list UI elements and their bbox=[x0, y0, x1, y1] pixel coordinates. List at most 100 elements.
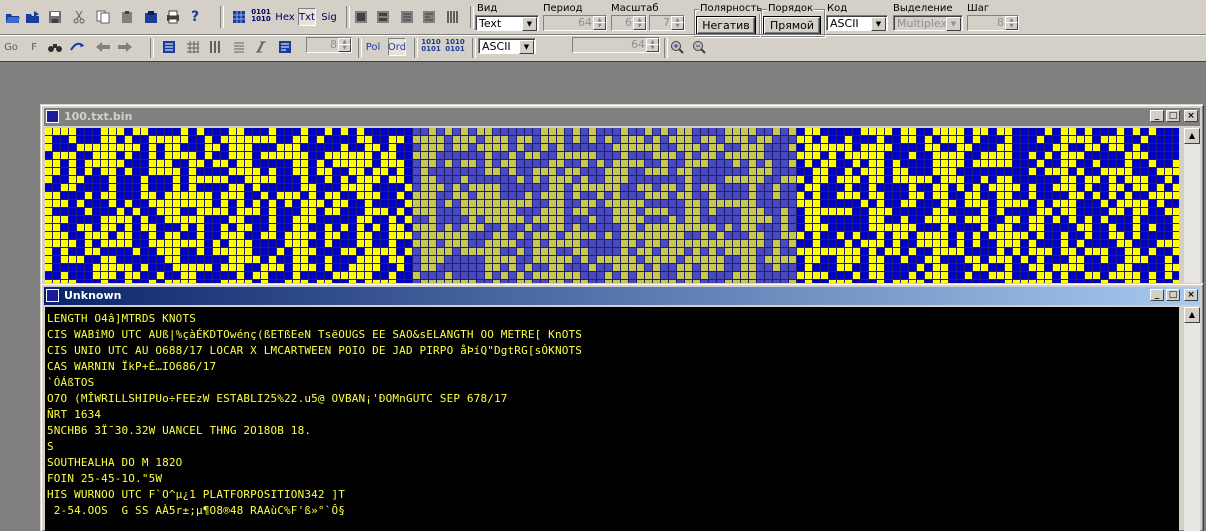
toolbar-bottom-edge bbox=[0, 61, 1206, 62]
open-icon[interactable] bbox=[4, 8, 22, 26]
copy-icon[interactable] bbox=[94, 8, 112, 26]
shift-right-bits-bottom: 0101 bbox=[445, 45, 465, 53]
maximize-icon[interactable]: □ bbox=[1166, 289, 1180, 301]
scroll-up-icon[interactable]: ▲ bbox=[1184, 128, 1200, 144]
layout1-icon[interactable] bbox=[352, 8, 370, 26]
length-spinner[interactable]: 64 ▲ ▼ bbox=[572, 37, 660, 53]
spin-down-icon[interactable]: ▼ bbox=[593, 22, 606, 30]
vid-select-value: Text bbox=[479, 17, 502, 30]
chevron-down-icon[interactable]: ▼ bbox=[519, 40, 534, 54]
order-button-label: Прямой bbox=[769, 19, 815, 32]
text-line: LENGTH O4â]MTRDS KNOTS bbox=[47, 312, 196, 325]
bitmap-mode-icon[interactable] bbox=[230, 8, 248, 26]
text-line: SOUTHEALHA DO M 182O bbox=[47, 456, 183, 469]
text-window[interactable]: Unknown _ □ × LENGTH O4â]MTRDS KNOTS CIS … bbox=[40, 283, 1204, 531]
find-button[interactable]: F bbox=[25, 38, 43, 56]
layout3-icon[interactable] bbox=[398, 8, 416, 26]
hex-mode-button[interactable]: Hex bbox=[275, 8, 294, 26]
minimize-icon[interactable]: _ bbox=[1150, 289, 1164, 301]
help-icon[interactable]: ? bbox=[186, 8, 204, 26]
polarity-toggle[interactable]: Pol bbox=[364, 38, 382, 56]
selection-label: Выделение bbox=[893, 3, 953, 14]
bitmap-canvas[interactable] bbox=[45, 128, 1179, 284]
go-button[interactable]: Go bbox=[2, 38, 20, 56]
code2-select[interactable]: ASCII ▼ bbox=[478, 38, 536, 54]
order-toggle[interactable]: Ord bbox=[388, 38, 406, 56]
spin-down-icon[interactable]: ▼ bbox=[646, 44, 659, 52]
save-icon[interactable] bbox=[46, 8, 64, 26]
scale-value-b: 7 bbox=[663, 16, 670, 29]
text-mode-button[interactable]: Txt bbox=[298, 8, 316, 26]
print-icon[interactable] bbox=[164, 8, 182, 26]
binary-mode-bottom: 1010 bbox=[251, 15, 271, 23]
shift-left-button[interactable]: 1010 0101 bbox=[421, 37, 440, 55]
spin-down-icon[interactable]: ▼ bbox=[633, 22, 646, 30]
app-icon bbox=[46, 289, 59, 302]
step-value: 8 bbox=[997, 16, 1004, 29]
bitmap-window-titlebar[interactable]: 100.txt.bin _ □ × bbox=[44, 108, 1200, 126]
cut-icon[interactable] bbox=[70, 8, 88, 26]
order-button[interactable]: Прямой bbox=[763, 16, 821, 35]
code2-select-value: ASCII bbox=[482, 40, 511, 53]
text-line: S bbox=[47, 440, 54, 453]
arrow-right-icon[interactable] bbox=[116, 38, 134, 56]
spin-down-icon[interactable]: ▼ bbox=[1005, 22, 1018, 30]
bits-spinner[interactable]: 8 ▲ ▼ bbox=[306, 37, 352, 53]
toolbar-separator bbox=[346, 6, 350, 28]
spin-down-icon[interactable]: ▼ bbox=[338, 44, 351, 52]
binary-mode-icon[interactable]: 0101 1010 bbox=[251, 7, 271, 25]
binoculars-icon[interactable] bbox=[46, 38, 64, 56]
code-select[interactable]: ASCII ▼ bbox=[826, 15, 888, 31]
save-as-icon[interactable] bbox=[24, 8, 42, 26]
bitmap-scrollbar[interactable]: ▲ bbox=[1184, 128, 1200, 284]
period-spinner[interactable]: 64 ▲ ▼ bbox=[543, 15, 607, 31]
length-spinner-value: 64 bbox=[631, 38, 645, 51]
clipboard-icon[interactable] bbox=[142, 8, 160, 26]
close-icon[interactable]: × bbox=[1184, 110, 1198, 122]
bits-spinner-value: 8 bbox=[330, 38, 337, 51]
polarity-toggle-label: Pol bbox=[365, 41, 381, 53]
find-replace-icon[interactable] bbox=[68, 38, 86, 56]
zoom-in-icon[interactable] bbox=[668, 38, 686, 56]
code-select-value: ASCII bbox=[830, 17, 859, 30]
text-line: CIS WABîMO UTC AUß|%çàÉKDTOwénç(ßETßEeN … bbox=[47, 328, 583, 341]
scale-spinner-b[interactable]: 7 ▲ ▼ bbox=[649, 15, 685, 31]
layout5-icon[interactable] bbox=[444, 8, 462, 26]
arrow-left-icon[interactable] bbox=[94, 38, 112, 56]
minimize-icon[interactable]: _ bbox=[1150, 110, 1164, 122]
layout2-icon[interactable] bbox=[374, 8, 392, 26]
vid-select[interactable]: Text ▼ bbox=[475, 15, 539, 31]
toolbar-separator bbox=[470, 6, 474, 28]
text-block-icon[interactable] bbox=[276, 38, 294, 56]
layout4-icon[interactable] bbox=[420, 8, 438, 26]
spin-down-icon[interactable]: ▼ bbox=[671, 22, 684, 30]
text-scrollbar[interactable]: ▲ bbox=[1184, 307, 1200, 531]
decoded-text-view[interactable]: LENGTH O4â]MTRDS KNOTS CIS WABîMO UTC AUß… bbox=[45, 307, 1179, 531]
maximize-icon[interactable]: □ bbox=[1166, 110, 1180, 122]
list-view-icon[interactable] bbox=[160, 38, 178, 56]
text-line: `ÓÁßTOS bbox=[47, 376, 95, 389]
text-line: CIS UNIO UTC AU O688/17 LOCAR X LMCARTWE… bbox=[47, 344, 583, 357]
italic-icon[interactable] bbox=[252, 38, 270, 56]
polarity-button-label: Негатив bbox=[702, 19, 750, 32]
scale-spinner-a[interactable]: 6 ▲ ▼ bbox=[611, 15, 647, 31]
text-window-titlebar[interactable]: Unknown _ □ × bbox=[44, 287, 1200, 305]
zoom-out-icon[interactable] bbox=[690, 38, 708, 56]
paste-icon[interactable] bbox=[118, 8, 136, 26]
signal-mode-button[interactable]: Sig bbox=[320, 8, 338, 26]
bitmap-window[interactable]: 100.txt.bin _ □ × ▲ bbox=[40, 104, 1204, 288]
step-spinner[interactable]: 8 ▲ ▼ bbox=[967, 15, 1019, 31]
bitmap-grid[interactable] bbox=[45, 128, 1179, 284]
chevron-down-icon[interactable]: ▼ bbox=[522, 17, 537, 31]
close-icon[interactable]: × bbox=[1184, 289, 1198, 301]
shift-right-button[interactable]: 1010 0101 bbox=[445, 37, 465, 55]
chevron-down-icon[interactable]: ▼ bbox=[946, 17, 961, 31]
chevron-down-icon[interactable]: ▼ bbox=[871, 17, 886, 31]
selection-select[interactable]: Multiplex ▼ bbox=[893, 15, 963, 31]
polarity-button[interactable]: Негатив bbox=[696, 16, 756, 35]
columns-icon[interactable] bbox=[206, 38, 224, 56]
align-icon[interactable] bbox=[230, 38, 248, 56]
period-value: 64 bbox=[578, 16, 592, 29]
scroll-up-icon[interactable]: ▲ bbox=[1184, 307, 1200, 323]
grid-view-icon[interactable] bbox=[184, 38, 202, 56]
